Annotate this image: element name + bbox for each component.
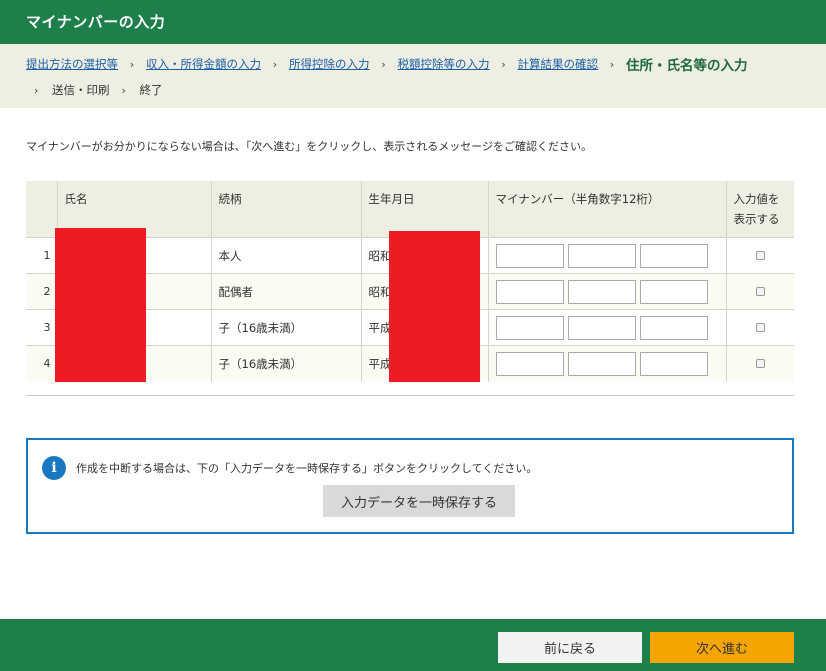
instruction-text: マイナンバーがお分かりにならない場合は、「次へ進む」をクリックし、表示されるメッ… <box>26 140 593 153</box>
mynumber-cell <box>487 309 726 346</box>
chevron-right-icon: › <box>34 83 39 97</box>
temporary-save-button[interactable]: 入力データを一時保存する <box>323 485 515 517</box>
breadcrumb-step-send-print: 送信・印刷 <box>52 83 110 97</box>
breadcrumb-current-step: 住所・氏名等の入力 <box>626 58 748 74</box>
mynumber-input-part2[interactable] <box>567 351 636 376</box>
header-no <box>26 181 57 238</box>
row-number: 2 <box>26 273 57 310</box>
header-relation: 続柄 <box>210 181 361 238</box>
breadcrumb-link-tax-credits[interactable]: 税額控除等の入力 <box>398 56 490 72</box>
page-footer: 前に戻る 次へ進む <box>0 619 826 671</box>
breadcrumb-link-submission-method[interactable]: 提出方法の選択等 <box>26 56 118 72</box>
mynumber-cell <box>487 345 726 382</box>
chevron-right-icon: › <box>501 57 506 71</box>
mynumber-input-part3[interactable] <box>639 351 708 376</box>
mynumber-input-part2[interactable] <box>567 279 636 304</box>
show-value-checkbox[interactable] <box>755 251 765 260</box>
mynumber-input-part3[interactable] <box>639 279 708 304</box>
page-header: マイナンバーの入力 <box>0 0 826 44</box>
next-button[interactable]: 次へ進む <box>650 632 794 663</box>
mynumber-input-part3[interactable] <box>639 315 708 340</box>
breadcrumb-link-deductions[interactable]: 所得控除の入力 <box>289 56 370 72</box>
mynumber-input-part1[interactable] <box>495 315 564 340</box>
mynumber-cell <box>487 273 726 310</box>
row-number: 4 <box>26 345 57 382</box>
table-divider <box>26 395 794 396</box>
chevron-right-icon: › <box>272 57 278 71</box>
show-value-cell <box>725 345 794 382</box>
row-number: 1 <box>26 237 57 274</box>
back-button[interactable]: 前に戻る <box>498 632 642 663</box>
mynumber-input-part3[interactable] <box>639 243 708 268</box>
show-value-cell <box>725 273 794 310</box>
show-value-cell <box>725 309 794 346</box>
save-notice-box: i 作成を中断する場合は、下の「入力データを一時保存する」ボタンをクリックしてく… <box>26 438 794 534</box>
header-mynumber: マイナンバー（半角数字12桁） <box>487 181 726 238</box>
name-redaction-block <box>55 228 146 382</box>
header-birthdate: 生年月日 <box>360 181 488 238</box>
show-value-checkbox[interactable] <box>755 287 765 296</box>
chevron-right-icon: › <box>381 57 386 71</box>
show-value-checkbox[interactable] <box>755 323 765 332</box>
birthdate-redaction-block <box>389 231 480 382</box>
show-value-checkbox[interactable] <box>755 359 765 369</box>
chevron-right-icon: › <box>609 57 615 71</box>
mynumber-cell <box>487 237 726 274</box>
show-value-cell <box>725 237 794 274</box>
page-title: マイナンバーの入力 <box>26 13 166 31</box>
mynumber-input-part1[interactable] <box>495 351 564 376</box>
header-show-value: 入力値を 表示する <box>725 181 794 238</box>
breadcrumb-link-income[interactable]: 収入・所得金額の入力 <box>146 56 261 72</box>
breadcrumb-step-finish: 終了 <box>139 83 163 97</box>
header-show-value-line2: 表示する <box>733 212 780 226</box>
relation-cell: 本人 <box>210 237 361 274</box>
breadcrumb-link-calculation-result[interactable]: 計算結果の確認 <box>518 56 599 72</box>
notice-text: 作成を中断する場合は、下の「入力データを一時保存する」ボタンをクリックしてくださ… <box>76 462 538 475</box>
mynumber-input-part1[interactable] <box>495 279 564 304</box>
mynumber-input-part2[interactable] <box>567 243 636 268</box>
relation-cell: 配偶者 <box>210 273 361 310</box>
chevron-right-icon: › <box>129 57 135 71</box>
breadcrumb: 提出方法の選択等 › 収入・所得金額の入力 › 所得控除の入力 › 税額控除等の… <box>0 44 826 108</box>
mynumber-input-part2[interactable] <box>567 315 636 340</box>
info-icon: i <box>42 456 66 480</box>
relation-cell: 子（16歳未満） <box>210 309 361 346</box>
mynumber-input-part1[interactable] <box>495 243 564 268</box>
relation-cell: 子（16歳未満） <box>210 345 361 382</box>
chevron-right-icon: › <box>121 83 126 97</box>
header-show-value-line1: 入力値を <box>733 192 780 206</box>
row-number: 3 <box>26 309 57 346</box>
